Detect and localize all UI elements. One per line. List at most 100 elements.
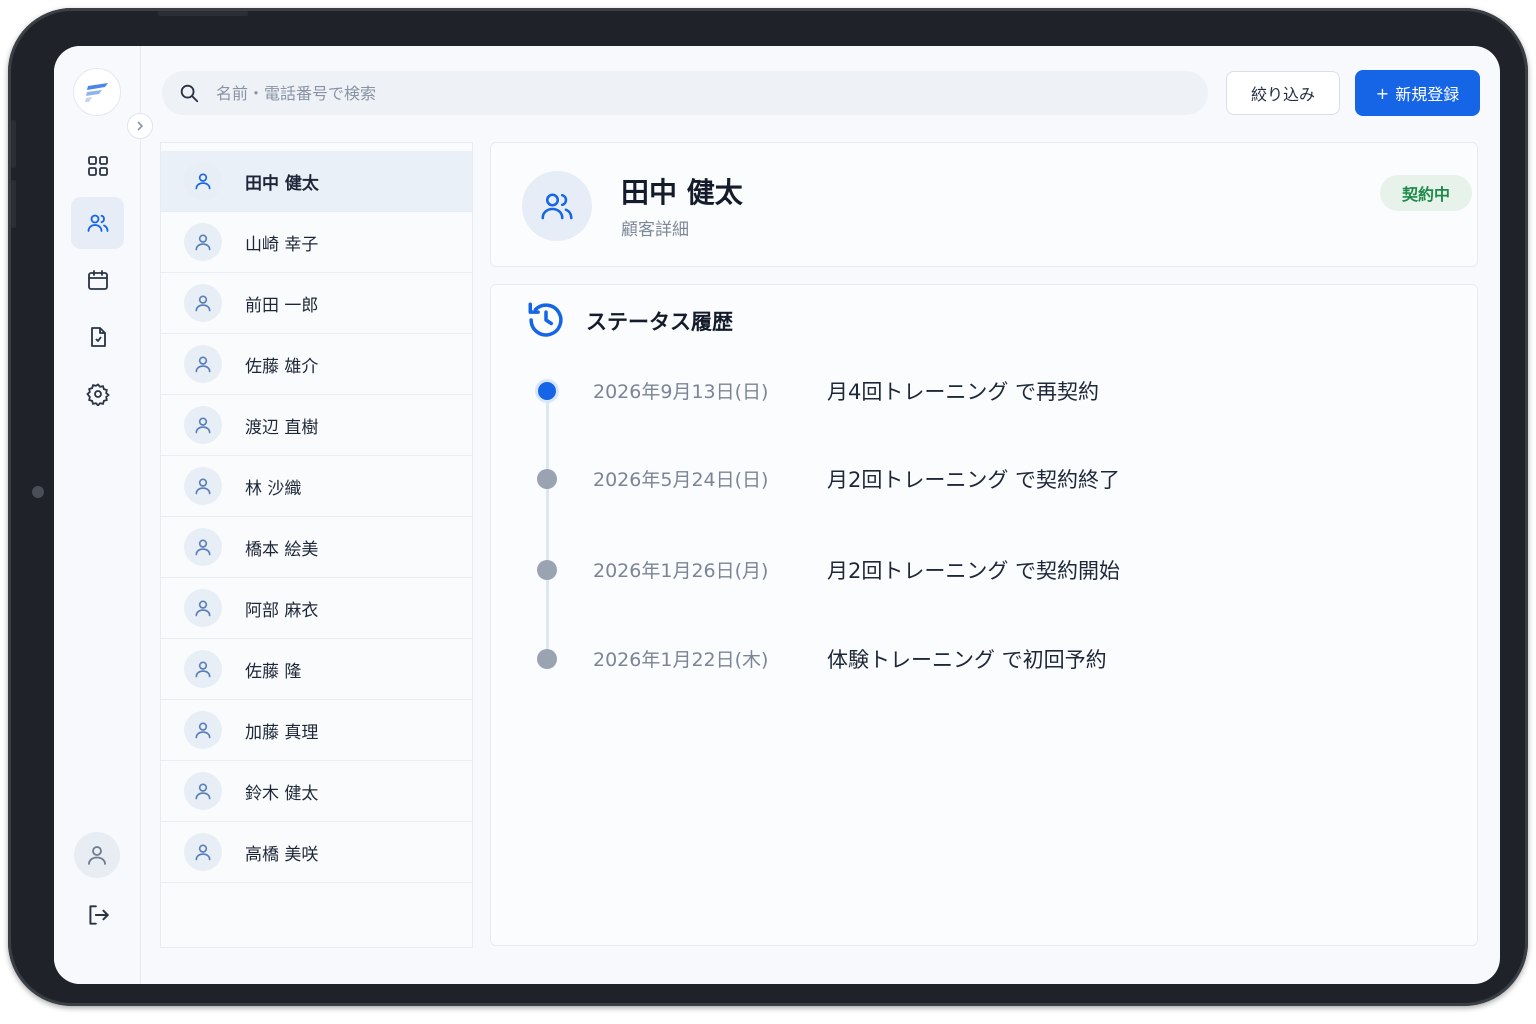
- timeline-dot: [535, 379, 559, 403]
- customer-avatar-icon: [184, 162, 222, 200]
- document-icon: [90, 327, 106, 347]
- customer-list-item[interactable]: 林 沙織: [161, 456, 472, 517]
- logout-icon: [89, 905, 109, 925]
- customer-name-label: 林 沙織: [245, 478, 302, 499]
- nav-documents[interactable]: [71, 311, 124, 363]
- tablet-frame: 絞り込み + 新規登録 田中 健太山崎 幸子前田 一郎佐藤 雄介渡辺 直樹林 沙…: [8, 8, 1528, 1006]
- customer-subtitle: 顧客詳細: [621, 220, 689, 240]
- customer-avatar-icon: [184, 284, 222, 322]
- device-camera: [32, 486, 44, 498]
- customer-avatar-icon: [184, 223, 222, 261]
- user-icon: [195, 844, 211, 861]
- customer-avatar-icon: [184, 528, 222, 566]
- nav-settings[interactable]: [71, 368, 124, 420]
- profile-button[interactable]: [74, 832, 120, 878]
- history-title: ステータス履歴: [586, 310, 733, 334]
- timeline-event: 月2回トレーニング で契約開始: [827, 559, 1121, 583]
- user-icon: [195, 173, 211, 190]
- users-icon: [541, 193, 573, 220]
- new-registration-label: 新規登録: [1395, 85, 1460, 104]
- customer-list-item[interactable]: 渡辺 直樹: [161, 395, 472, 456]
- user-icon: [195, 234, 211, 251]
- timeline-date: 2026年1月22日(木): [593, 649, 769, 671]
- users-icon: [87, 214, 108, 232]
- user-icon: [88, 846, 106, 865]
- customer-list: 田中 健太山崎 幸子前田 一郎佐藤 雄介渡辺 直樹林 沙織橋本 絵美阿部 麻衣佐…: [160, 142, 473, 948]
- search-bar: [162, 71, 1208, 115]
- user-icon: [195, 295, 211, 312]
- nav-customers[interactable]: [71, 197, 124, 249]
- device-power-button: [158, 11, 248, 16]
- timeline-event: 体験トレーニング で初回予約: [827, 648, 1107, 672]
- calendar-icon: [87, 270, 108, 290]
- user-icon: [195, 661, 211, 678]
- timeline-event: 月4回トレーニング で再契約: [827, 380, 1100, 404]
- grid-icon: [87, 156, 108, 176]
- customer-list-item[interactable]: 加藤 真理: [161, 700, 472, 761]
- timeline-line: [546, 389, 549, 659]
- timeline-date: 2026年5月24日(日): [593, 469, 769, 491]
- customer-name-label: 橋本 絵美: [245, 539, 319, 560]
- customer-name: 田中 健太: [621, 176, 743, 209]
- device-volume-down: [11, 180, 16, 228]
- customer-name-label: 田中 健太: [245, 173, 319, 194]
- customer-avatar-icon: [184, 650, 222, 688]
- customer-name-label: 鈴木 健太: [245, 783, 319, 804]
- customer-avatar-icon: [184, 589, 222, 627]
- user-icon: [195, 783, 211, 800]
- customer-name-label: 加藤 真理: [245, 722, 319, 743]
- customer-name-label: 佐藤 雄介: [245, 356, 319, 377]
- timeline-dot: [537, 649, 557, 669]
- timeline-date: 2026年1月26日(月): [593, 560, 769, 582]
- customer-name-label: 渡辺 直樹: [245, 417, 319, 438]
- user-icon: [195, 478, 211, 495]
- search-icon: [180, 84, 199, 103]
- customer-avatar-icon: [184, 711, 222, 749]
- chevron-right-icon: [137, 121, 144, 131]
- customer-list-item[interactable]: 佐藤 隆: [161, 639, 472, 700]
- customer-avatar-icon: [184, 833, 222, 871]
- search-input[interactable]: [216, 83, 1116, 103]
- sidebar-toggle-button[interactable]: [127, 113, 153, 139]
- customer-name-label: 山崎 幸子: [245, 234, 319, 255]
- logout-button[interactable]: [84, 901, 112, 929]
- user-icon: [195, 722, 211, 739]
- customer-avatar: [522, 171, 592, 241]
- user-icon: [195, 600, 211, 617]
- new-registration-button[interactable]: + 新規登録: [1355, 70, 1480, 116]
- customer-name-label: 高橋 美咲: [245, 844, 319, 865]
- nav-dashboard[interactable]: [71, 140, 124, 192]
- plus-icon: +: [1375, 83, 1390, 103]
- customer-name-label: 佐藤 隆: [245, 661, 302, 682]
- app-logo-icon: [73, 68, 121, 116]
- status-badge: 契約中: [1379, 175, 1472, 211]
- customer-avatar-icon: [184, 406, 222, 444]
- timeline-date: 2026年9月13日(日): [593, 381, 769, 403]
- customer-list-item[interactable]: 高橋 美咲: [161, 822, 472, 883]
- history-icon: [528, 302, 563, 337]
- status-history-card: ステータス履歴 2026年9月13日(日) 月4回トレーニング で再契約 2026年…: [490, 284, 1478, 946]
- customer-list-item[interactable]: 橋本 絵美: [161, 517, 472, 578]
- user-icon: [195, 539, 211, 556]
- customer-avatar-icon: [184, 772, 222, 810]
- customer-name-label: 阿部 麻衣: [245, 600, 319, 621]
- customer-list-item[interactable]: 阿部 麻衣: [161, 578, 472, 639]
- customer-list-item[interactable]: 鈴木 健太: [161, 761, 472, 822]
- customer-avatar-icon: [184, 345, 222, 383]
- user-icon: [195, 356, 211, 373]
- nav-calendar[interactable]: [71, 254, 124, 306]
- customer-list-item[interactable]: 佐藤 雄介: [161, 334, 472, 395]
- device-volume-up: [11, 120, 16, 168]
- customer-avatar-icon: [184, 467, 222, 505]
- app-screen: 絞り込み + 新規登録 田中 健太山崎 幸子前田 一郎佐藤 雄介渡辺 直樹林 沙…: [54, 46, 1500, 984]
- customer-header-card: 田中 健太 顧客詳細 契約中: [490, 142, 1478, 267]
- customer-list-item[interactable]: 山崎 幸子: [161, 212, 472, 273]
- timeline-dot: [537, 560, 557, 580]
- timeline-event: 月2回トレーニング で契約終了: [827, 468, 1121, 492]
- filter-button[interactable]: 絞り込み: [1226, 71, 1340, 115]
- customer-list-item[interactable]: 田中 健太: [161, 151, 472, 212]
- timeline-dot: [537, 469, 557, 489]
- customer-name-label: 前田 一郎: [245, 295, 319, 316]
- user-icon: [195, 417, 211, 434]
- customer-list-item[interactable]: 前田 一郎: [161, 273, 472, 334]
